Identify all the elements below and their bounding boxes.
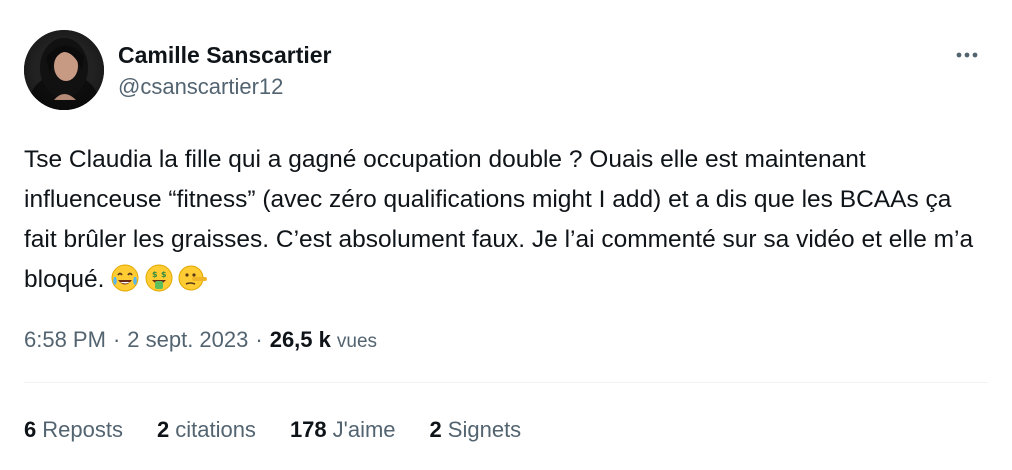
- quotes-count: 2: [156, 417, 170, 442]
- svg-text:$: $: [161, 270, 167, 279]
- more-horizontal-icon: [956, 52, 978, 58]
- likes-stat[interactable]: 178 J'aime: [290, 413, 396, 447]
- meta-separator: ·: [255, 327, 263, 352]
- views-count[interactable]: 26,5 k: [270, 322, 331, 358]
- engagement-stats: 6 Reposts 2 citations 178 J'aime 2 Signets: [24, 413, 555, 447]
- tweet-date[interactable]: 2 sept. 2023: [127, 322, 248, 358]
- quotes-label: citations: [175, 417, 256, 442]
- tweet-emojis: $ $: [110, 263, 212, 293]
- reposts-stat[interactable]: 6 Reposts: [24, 413, 123, 447]
- author-names: Camille Sanscartier @csanscartier12: [118, 41, 332, 101]
- more-options-button[interactable]: [950, 44, 984, 66]
- lying-face-icon: [178, 265, 208, 291]
- meta-separator: ·: [112, 327, 121, 352]
- money-mouth-face-icon: $ $: [145, 264, 173, 292]
- likes-count: 178: [289, 417, 327, 442]
- tweet-header: Camille Sanscartier @csanscartier12: [24, 30, 332, 110]
- reposts-count: 6: [24, 417, 37, 442]
- face-with-tears-of-joy-icon: [111, 264, 139, 292]
- reposts-label: Reposts: [42, 417, 123, 442]
- tweet-body: Tse Claudia la fille qui a gagné occupat…: [24, 140, 984, 300]
- author-handle[interactable]: @csanscartier12: [118, 73, 332, 101]
- likes-label: J'aime: [332, 417, 396, 442]
- divider: [24, 382, 988, 383]
- bookmarks-stat[interactable]: 2 Signets: [430, 413, 522, 447]
- quotes-stat[interactable]: 2 citations: [157, 413, 256, 447]
- author-display-name[interactable]: Camille Sanscartier: [118, 41, 332, 69]
- avatar[interactable]: [24, 30, 104, 110]
- tweet-time[interactable]: 6:58 PM: [24, 322, 106, 358]
- avatar-image: [24, 30, 104, 110]
- views-label: vues: [336, 331, 378, 352]
- bookmarks-label: Signets: [447, 417, 522, 442]
- tweet-card: Camille Sanscartier @csanscartier12 Tse …: [0, 0, 1012, 470]
- tweet-meta: 6:58 PM · 2 sept. 2023 · 26,5 k vues: [24, 322, 377, 360]
- svg-text:$: $: [152, 270, 158, 279]
- bookmarks-count: 2: [429, 417, 442, 442]
